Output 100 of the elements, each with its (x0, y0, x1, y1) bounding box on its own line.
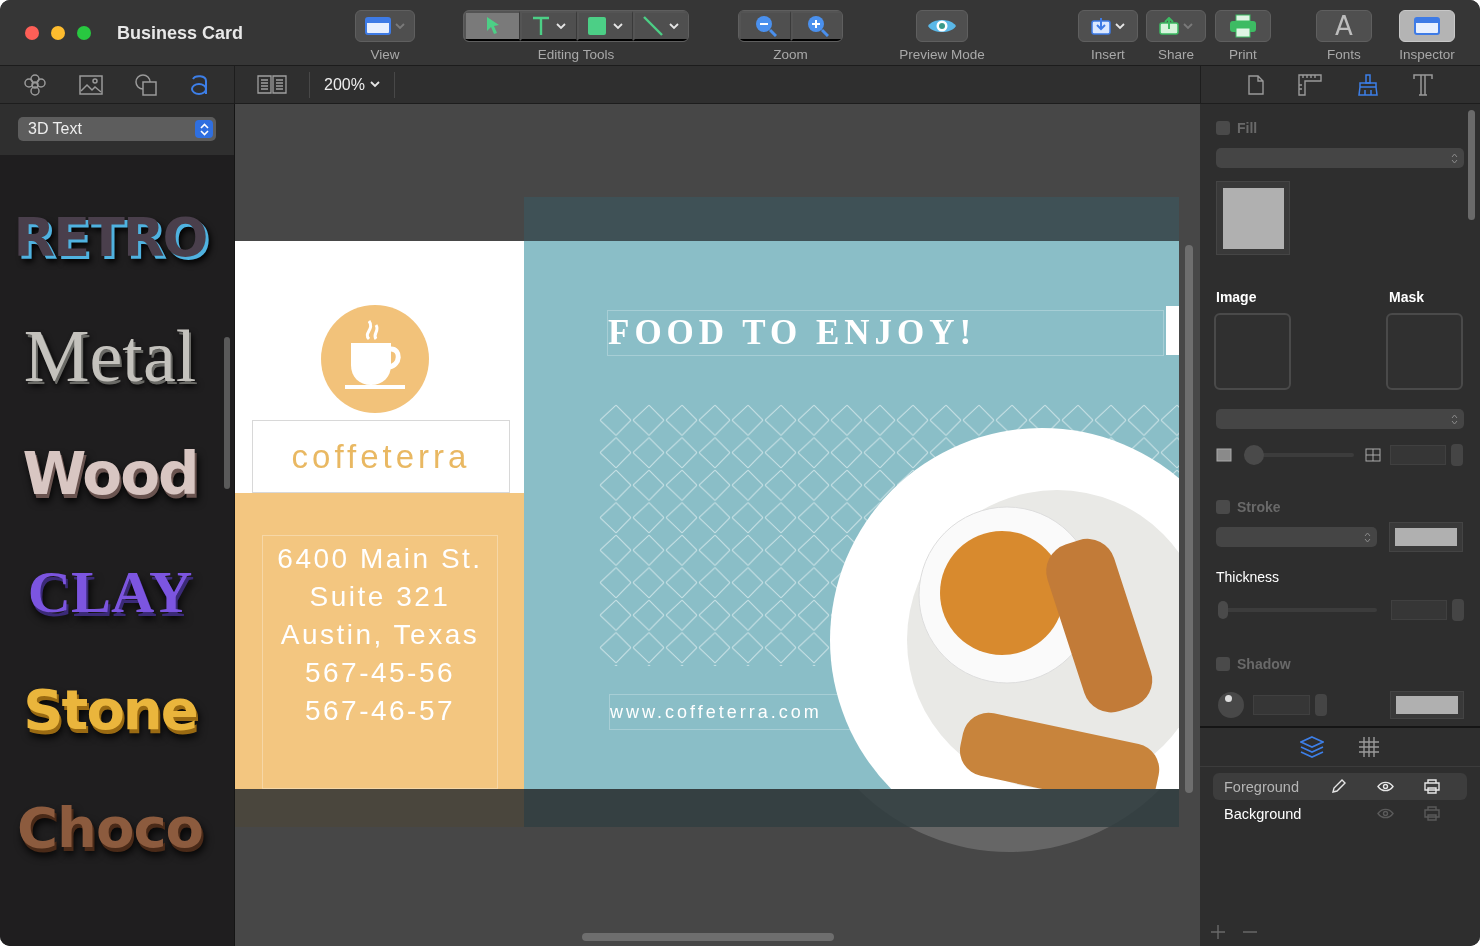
book-layout-icon[interactable] (257, 73, 287, 96)
library-tab[interactable] (76, 72, 105, 97)
scrollbar[interactable] (582, 933, 834, 941)
toolbar-label: Editing Tools (537, 47, 615, 62)
chevron-icon (1183, 22, 1193, 30)
minus-icon (1242, 931, 1258, 933)
zoom-menu[interactable]: 200% (310, 75, 394, 94)
page-icon (1248, 74, 1265, 95)
inspector-button[interactable] (1399, 10, 1455, 42)
eye-icon (927, 17, 957, 35)
address-line: 6400 Main St. (277, 542, 483, 576)
toolbar-label: Insert (1091, 47, 1125, 62)
toolbar-label: Print (1229, 47, 1257, 62)
window-icon (365, 17, 391, 35)
slider-thumb[interactable] (1218, 601, 1228, 619)
chevron-icon (555, 22, 566, 30)
printer-icon (1229, 14, 1257, 38)
section-label: Fill (1237, 120, 1258, 136)
chevron-icon (395, 22, 405, 30)
stroke-color-well[interactable] (1389, 522, 1463, 552)
picture-icon (78, 74, 103, 95)
plus-icon (1210, 924, 1226, 940)
layer-row[interactable]: Foreground (1213, 773, 1467, 800)
coffee-cup-logo-icon (321, 305, 429, 413)
editing-tool-button[interactable] (464, 11, 521, 41)
angle-knob[interactable] (1218, 692, 1244, 718)
slider-thumb[interactable] (1244, 445, 1264, 465)
zoom-out-icon (754, 15, 777, 37)
window-icon (1414, 17, 1440, 35)
chevron-icon (1115, 22, 1125, 30)
scrollbar[interactable] (1468, 110, 1475, 220)
chevron-icon (613, 22, 624, 30)
text-tool-icon (531, 16, 550, 36)
text-style-icon (1412, 73, 1433, 96)
library-tab[interactable] (133, 71, 160, 98)
toolbar-label: Inspector (1399, 47, 1455, 62)
inspector-tab[interactable] (1410, 71, 1435, 98)
text-style-preview[interactable]: Metal (23, 319, 197, 393)
text-style-preview[interactable]: Stone (23, 682, 197, 738)
share-button[interactable] (1146, 10, 1206, 42)
text-style-preview[interactable]: CLAY (27, 562, 193, 622)
inspector-tab[interactable] (1296, 71, 1325, 98)
library-tab[interactable] (22, 71, 49, 98)
share-box-icon (1159, 17, 1179, 35)
layer-panel-tab[interactable] (1358, 736, 1380, 758)
minimize-button[interactable] (51, 26, 65, 40)
brush-icon (1356, 73, 1379, 96)
toolbar-label: Share (1158, 47, 1194, 62)
brand-name: coffeterra (252, 420, 510, 493)
layer-panel-tab[interactable] (1300, 736, 1324, 758)
up-down-arrows-icon (1451, 413, 1458, 425)
address-line: 567-46-57 (304, 694, 456, 728)
insert-box-icon (1091, 17, 1111, 35)
shadow-color-well[interactable] (1390, 691, 1464, 719)
window-title: Business Card (117, 22, 244, 44)
fonts-button[interactable]: A (1316, 10, 1372, 42)
editing-tool-button[interactable] (632, 11, 688, 41)
address-line: Austin, Texas (280, 618, 480, 652)
section-label: Image (1216, 289, 1258, 305)
up-down-arrows-icon (1364, 531, 1371, 543)
chevron-icon (369, 81, 380, 88)
layer-name: Background (1224, 805, 1302, 822)
scrollbar[interactable] (1185, 245, 1193, 793)
ruler-icon (1298, 73, 1323, 96)
inspector-tab[interactable] (1246, 72, 1267, 97)
toolbar-label: Preview Mode (899, 47, 985, 62)
editing-tool-button[interactable] (576, 11, 633, 41)
selection-handle[interactable] (1166, 306, 1179, 355)
preview-button[interactable] (916, 10, 968, 42)
headline: FOOD TO ENJOY! (607, 310, 1164, 356)
address-line: Suite 321 (309, 580, 451, 614)
zoom-out-button[interactable] (739, 11, 791, 41)
scrollbar[interactable] (224, 337, 230, 489)
toolbar-label: Fonts (1327, 47, 1361, 62)
zoom-window-button[interactable] (77, 26, 91, 40)
section-label: Mask (1389, 289, 1426, 305)
text-style-preview[interactable]: Choco (16, 800, 204, 856)
add-layer-button[interactable] (1210, 924, 1226, 940)
pointer-arrow-icon (484, 16, 501, 36)
line-tool-icon (643, 16, 664, 36)
text-style-preview[interactable]: Wood (22, 445, 198, 503)
flower-icon (24, 73, 47, 96)
color-well[interactable] (1216, 181, 1290, 255)
square-icon (587, 16, 608, 36)
style-popup[interactable]: 3D Text (18, 117, 216, 141)
layer-name: Foreground (1224, 778, 1299, 795)
zoom-in-icon (806, 15, 829, 37)
view-button[interactable] (355, 10, 415, 42)
zoom-in-button[interactable] (791, 11, 842, 41)
close-button[interactable] (25, 26, 39, 40)
insert-button[interactable] (1078, 10, 1138, 42)
up-down-arrows-icon (1451, 152, 1458, 164)
shapes-icon (135, 73, 158, 96)
address-line: 567-45-56 (304, 656, 456, 690)
up-down-arrows-icon (195, 120, 213, 138)
section-label: Stroke (1237, 499, 1281, 515)
grid-icon (1358, 736, 1380, 758)
pencil-icon[interactable] (1331, 779, 1346, 794)
editing-tool-button[interactable] (520, 11, 577, 41)
print-button[interactable] (1215, 10, 1271, 42)
